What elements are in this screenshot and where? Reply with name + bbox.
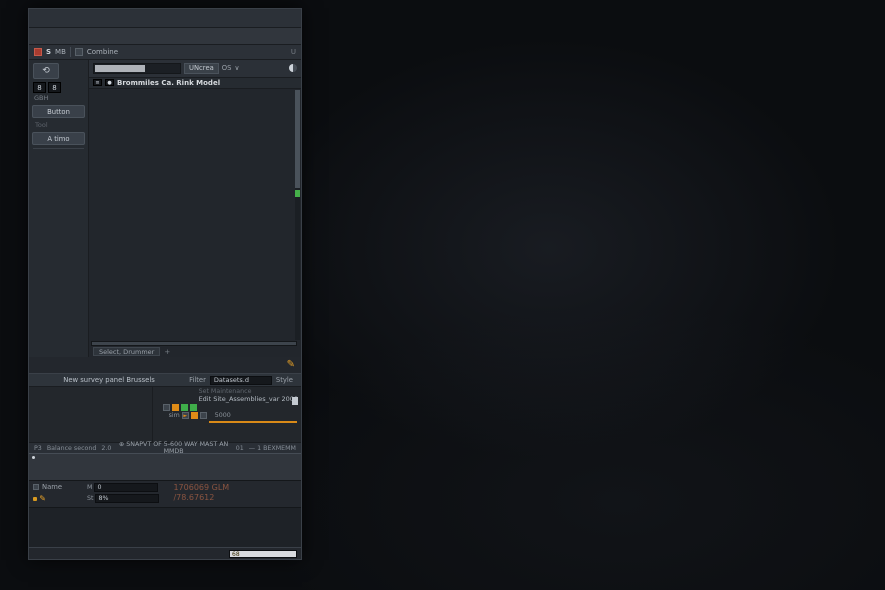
status-text: Balance second (47, 445, 97, 452)
vertical-scrollbar[interactable] (295, 90, 300, 340)
detail-cells-row2: sim ► 5000 (163, 412, 298, 419)
field-input[interactable]: 8% (95, 494, 159, 503)
red-marker-icon[interactable] (34, 48, 42, 56)
search-progress (95, 65, 145, 72)
refresh-icon: ⟲ (42, 66, 50, 76)
half-circle-icon[interactable] (289, 64, 297, 72)
sim-label: sim (169, 412, 180, 419)
os-label: OS (222, 64, 232, 72)
rail-display: 8 8 (33, 82, 86, 93)
button-2[interactable]: A timo (32, 132, 85, 145)
field-key: St (87, 495, 93, 502)
tree-title: Brommiles Ca. Rink Model (117, 79, 220, 87)
mb-label: MB (55, 48, 66, 56)
panel-gap: ✎ (29, 357, 301, 373)
status-num: 2.0 (101, 445, 111, 452)
readout-line2: /78.67612 (173, 493, 229, 503)
gbh-label: GBH (34, 94, 86, 102)
status-deg: 01 (236, 445, 244, 452)
detail-dim-text: Set Maintenance (199, 388, 298, 395)
tool-label: Tool (35, 121, 86, 129)
style-label: Style (276, 376, 293, 384)
filter-input[interactable]: Datasets.d (210, 376, 272, 385)
toolbar-secondary (29, 28, 301, 45)
scrollbar-green-marker (295, 190, 300, 197)
footer-tab[interactable]: Select, Drummer (93, 347, 160, 356)
green-cell[interactable] (181, 404, 188, 411)
green-cell[interactable] (190, 404, 197, 411)
bottom-panel-header: New survey panel Brussels Filter Dataset… (29, 374, 301, 387)
count-value: 5000 (215, 412, 231, 419)
combine-icon[interactable] (75, 48, 83, 56)
right-label: U (291, 48, 296, 56)
name-icon (33, 484, 39, 490)
combine-label[interactable]: Combine (87, 48, 118, 56)
tree-search-row: UNcrea OS ∨ (89, 60, 301, 78)
orange-dot-icon (33, 497, 37, 501)
toggle-list-icon[interactable]: ≡ (93, 79, 102, 86)
orange-cell[interactable] (191, 412, 198, 419)
s-icon[interactable]: S (46, 48, 51, 56)
bottom-panel-title: New survey panel Brussels (33, 376, 185, 384)
toggle-dot-icon[interactable]: ● (105, 79, 114, 86)
bottom-toolbar (29, 453, 301, 480)
tree-panel: UNcrea OS ∨ ≡ ● Brommiles Ca. Rink Model… (89, 60, 301, 357)
button-1[interactable]: Button (32, 105, 85, 118)
dataset-detail: Set Maintenance Edit Site_Assemblies_var… (153, 387, 301, 442)
field-st: St 8% (87, 494, 159, 503)
progress-row: 68 (29, 547, 301, 559)
left-rail: ⟲ 8 8 GBH Button Tool A timo (29, 60, 89, 357)
status-bar: P3 Balance second 2.0 ⊕ SNAPVT OF 5-600 … (29, 442, 301, 453)
scrollbar-thumb[interactable] (295, 90, 300, 188)
divider (33, 148, 84, 149)
display-cell: 8 (33, 82, 46, 93)
coordinate-readout: 1706069 GLM /78.67612 (173, 483, 229, 507)
name-row: Name ✎ M 0 St 8% 1706069 GLM /78.67612 (29, 480, 301, 507)
progress-bar: 68 (229, 550, 297, 558)
filter-label: Filter (189, 376, 206, 384)
tree-header: ≡ ● Brommiles Ca. Rink Model (89, 78, 301, 89)
divider (70, 47, 71, 57)
toolbar-tertiary: S MB Combine U (29, 45, 301, 60)
play-cell-icon[interactable]: ► (182, 412, 189, 419)
dropdown-uncrea[interactable]: UNcrea (184, 63, 219, 74)
tree-row-list (89, 89, 301, 340)
refresh-button[interactable]: ⟲ (33, 63, 59, 79)
document-icon[interactable] (292, 397, 298, 405)
empty-dock-area (29, 507, 301, 547)
tree-footer: Select, Drummer + (89, 346, 301, 357)
chevron-down-icon[interactable]: ∨ (234, 64, 239, 72)
name-label: Name (42, 483, 62, 491)
status-selection: — 1 BEXMEMM (249, 445, 296, 452)
detail-cells-row1 (163, 404, 298, 411)
orange-divider (209, 421, 297, 423)
search-input[interactable] (93, 63, 181, 74)
add-tab-icon[interactable]: + (164, 348, 170, 356)
indicator-dot (32, 456, 35, 459)
pencil-icon[interactable]: ✎ (39, 494, 46, 503)
field-m: M 0 (87, 483, 159, 492)
status-mode: P3 (34, 445, 42, 452)
detail-main-text: Edit Site_Assemblies_var 2000 (199, 395, 298, 403)
orange-cell[interactable] (172, 404, 179, 411)
display-cell: 8 (48, 82, 61, 93)
field-input[interactable]: 0 (94, 483, 158, 492)
field-key: M (87, 484, 92, 491)
menu-bar (29, 9, 301, 28)
readout-line1: 1706069 GLM (173, 483, 229, 493)
cell-icon[interactable] (200, 412, 207, 419)
bottom-panel: New survey panel Brussels Filter Dataset… (29, 373, 301, 453)
progress-label: 68 (232, 551, 240, 559)
edit-pencil-icon[interactable]: ✎ (287, 359, 295, 370)
dataset-table (29, 387, 153, 442)
cell-icon[interactable] (163, 404, 170, 411)
app-panel: S MB Combine U ⟲ 8 8 GBH Button Tool A t… (28, 8, 302, 560)
